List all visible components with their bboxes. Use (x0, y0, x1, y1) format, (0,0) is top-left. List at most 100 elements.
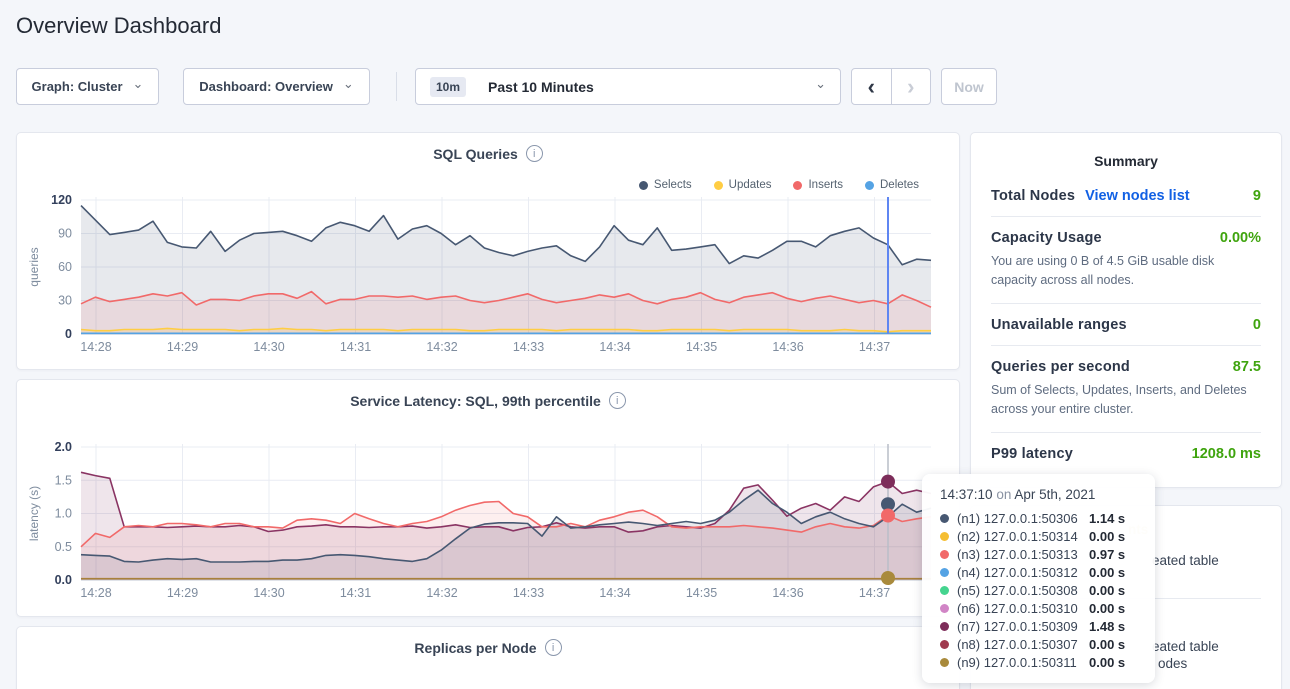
svg-text:14:30: 14:30 (253, 586, 284, 600)
svg-text:14:29: 14:29 (167, 340, 198, 354)
now-button[interactable]: Now (941, 68, 997, 105)
time-range-dropdown[interactable]: 10m Past 10 Minutes ⌄ (415, 68, 841, 105)
svg-text:14:37: 14:37 (859, 586, 890, 600)
node-color-dot (940, 514, 949, 523)
svg-text:60: 60 (58, 260, 72, 274)
event-text-fragment: eated table (1152, 553, 1219, 568)
summary-description: Sum of Selects, Updates, Inserts, and De… (991, 381, 1261, 420)
node-latency-value: 0.00 s (1089, 601, 1125, 616)
svg-text:30: 30 (58, 294, 72, 308)
summary-value: 87.5 (1233, 359, 1261, 375)
node-color-dot (940, 604, 949, 613)
tooltip-node-row: (n1) 127.0.0.1:50306 1.14 s (940, 509, 1141, 527)
svg-text:queries: queries (27, 247, 41, 286)
svg-text:14:31: 14:31 (340, 586, 371, 600)
node-latency-value: 0.00 s (1089, 529, 1125, 544)
node-address: (n7) 127.0.0.1:50309 (957, 619, 1081, 634)
node-address: (n4) 127.0.0.1:50312 (957, 565, 1081, 580)
time-window-badge: 10m (430, 77, 466, 97)
svg-text:0.5: 0.5 (55, 540, 72, 554)
tooltip-node-row: (n6) 127.0.0.1:50310 0.00 s (940, 599, 1141, 617)
svg-text:14:34: 14:34 (599, 586, 630, 600)
graph-dropdown[interactable]: Graph: Cluster ⌄ (16, 68, 159, 105)
svg-text:14:36: 14:36 (772, 586, 803, 600)
node-latency-value: 1.14 s (1089, 511, 1125, 526)
svg-text:14:30: 14:30 (253, 340, 284, 354)
svg-text:14:35: 14:35 (686, 586, 717, 600)
summary-card: Summary Total NodesView nodes list9Capac… (970, 132, 1282, 488)
svg-text:14:34: 14:34 (599, 340, 630, 354)
sql-queries-chart: 030609012014:2814:2914:3014:3114:3214:33… (17, 133, 961, 371)
dashboard-dropdown-label: Dashboard: Overview (199, 79, 333, 94)
service-latency-chart: 0.00.51.01.52.014:2814:2914:3014:3114:32… (17, 380, 961, 618)
node-address: (n6) 127.0.0.1:50310 (957, 601, 1081, 616)
summary-row: Total NodesView nodes list9 (991, 175, 1261, 217)
node-latency-value: 0.97 s (1089, 547, 1125, 562)
node-latency-value: 0.00 s (1089, 637, 1125, 652)
tooltip-timestamp: 14:37:10 on Apr 5th, 2021 (940, 487, 1141, 502)
tooltip-node-row: (n9) 127.0.0.1:50311 0.00 s (940, 653, 1141, 671)
summary-label: Capacity Usage (991, 230, 1102, 246)
chevron-down-icon: ⌄ (343, 80, 354, 88)
summary-label: P99 latency (991, 446, 1073, 462)
svg-text:14:28: 14:28 (80, 340, 111, 354)
summary-row: P99 latency 1208.0 ms (991, 433, 1261, 474)
svg-text:14:29: 14:29 (167, 586, 198, 600)
node-color-dot (940, 658, 949, 667)
tooltip-node-row: (n8) 127.0.0.1:503070.00 s (940, 635, 1141, 653)
tooltip-node-row: (n5) 127.0.0.1:50308 0.00 s (940, 581, 1141, 599)
summary-value: 0.00% (1220, 230, 1261, 246)
info-icon[interactable]: i (545, 639, 562, 656)
svg-text:90: 90 (58, 227, 72, 241)
svg-text:14:35: 14:35 (686, 340, 717, 354)
dashboard-dropdown[interactable]: Dashboard: Overview ⌄ (183, 68, 370, 105)
toolbar-divider (396, 72, 397, 101)
node-color-dot (940, 550, 949, 559)
service-latency-panel: Service Latency: SQL, 99th percentile i … (16, 379, 960, 617)
svg-text:14:36: 14:36 (772, 340, 803, 354)
tooltip-node-row: (n7) 127.0.0.1:50309 1.48 s (940, 617, 1141, 635)
tooltip-node-row: (n3) 127.0.0.1:50313 0.97 s (940, 545, 1141, 563)
summary-label: Unavailable ranges (991, 317, 1127, 333)
tooltip-node-row: (n4) 127.0.0.1:503120.00 s (940, 563, 1141, 581)
event-text-fragment: eated table (1152, 639, 1219, 654)
summary-label: Queries per second (991, 359, 1130, 375)
node-latency-value: 1.48 s (1089, 619, 1125, 634)
node-address: (n5) 127.0.0.1:50308 (957, 583, 1081, 598)
svg-text:14:28: 14:28 (80, 586, 111, 600)
summary-row: Queries per second 87.5 Sum of Selects, Up… (991, 346, 1261, 433)
svg-text:1.5: 1.5 (55, 473, 72, 487)
summary-row: Capacity Usage0.00%You are using 0 B of … (991, 217, 1261, 304)
svg-text:2.0: 2.0 (55, 440, 72, 454)
chart-hover-tooltip: 14:37:10 on Apr 5th, 2021 (n1) 127.0.0.1… (922, 474, 1155, 683)
summary-value: 9 (1253, 188, 1261, 204)
graph-dropdown-label: Graph: Cluster (32, 79, 123, 94)
event-text-fragment: odes (1158, 656, 1187, 671)
svg-text:14:37: 14:37 (859, 340, 890, 354)
node-color-dot (940, 622, 949, 631)
node-address: (n9) 127.0.0.1:50311 (957, 655, 1081, 670)
svg-text:14:33: 14:33 (513, 340, 544, 354)
node-address: (n3) 127.0.0.1:50313 (957, 547, 1081, 562)
chart-title-replicas-per-node: Replicas per Node (414, 640, 536, 656)
node-color-dot (940, 568, 949, 577)
sql-queries-panel: SQL Queries i SelectsUpdatesInsertsDelet… (16, 132, 960, 370)
summary-value: 1208.0 ms (1192, 446, 1261, 462)
summary-title: Summary (991, 149, 1261, 175)
node-latency-value: 0.00 s (1089, 583, 1125, 598)
node-color-dot (940, 640, 949, 649)
node-address: (n1) 127.0.0.1:50306 (957, 511, 1081, 526)
time-prev-button[interactable]: ‹ (852, 69, 891, 104)
node-color-dot (940, 532, 949, 541)
chevron-down-icon: ⌄ (815, 80, 826, 88)
time-next-button[interactable]: › (891, 69, 931, 104)
node-address: (n2) 127.0.0.1:50314 (957, 529, 1081, 544)
svg-text:0.0: 0.0 (55, 573, 72, 587)
view-nodes-list-link[interactable]: View nodes list (1085, 188, 1190, 204)
summary-value: 0 (1253, 317, 1261, 333)
node-latency-value: 0.00 s (1089, 655, 1125, 670)
replicas-per-node-panel: Replicas per Node i (16, 626, 960, 689)
svg-text:14:32: 14:32 (426, 340, 457, 354)
time-range-label: Past 10 Minutes (488, 79, 594, 95)
summary-row: Unavailable ranges 0 (991, 304, 1261, 346)
